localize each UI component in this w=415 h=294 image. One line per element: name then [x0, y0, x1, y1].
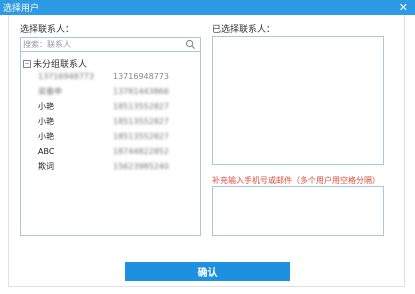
contact-phone: 18513552827: [113, 102, 169, 111]
search-icon[interactable]: [185, 39, 196, 50]
left-panel-label: 选择联系人：: [20, 25, 75, 35]
contact-row[interactable]: 小艳 18513552827: [38, 129, 198, 144]
contact-name: 13716948773: [38, 72, 94, 81]
contact-name: 小艳: [38, 117, 54, 126]
close-icon[interactable]: ✕: [399, 0, 408, 15]
contact-phone: 15623985240: [113, 162, 169, 171]
confirm-button[interactable]: 确认: [125, 262, 290, 281]
contact-phone: 13716948773: [113, 72, 169, 81]
right-panel-label: 已选择联系人：: [212, 25, 276, 35]
contact-row[interactable]: 小艳 18513552827: [38, 99, 198, 114]
contact-name: 梁番申: [38, 87, 62, 96]
contact-row[interactable]: ABC 18744822852: [38, 144, 198, 159]
contact-name: 欺词: [38, 162, 54, 171]
contact-phone: 13781443866: [113, 87, 169, 96]
contact-name: 小艳: [38, 102, 54, 111]
contact-row[interactable]: 梁番申 13781443866: [38, 84, 198, 99]
contact-search-input[interactable]: [21, 38, 183, 51]
contact-phone: 18744822852: [113, 147, 169, 156]
contact-row[interactable]: 小艳 18513552827: [38, 114, 198, 129]
title-bar: 选择用户 ✕: [0, 0, 415, 15]
contact-row[interactable]: 欺词 15623985240: [38, 159, 198, 174]
contact-tree: − 未分组联系人 13716948773 13716948773 梁番申 137…: [20, 52, 201, 236]
contact-phone: 18513552827: [113, 132, 169, 141]
supplement-input-field[interactable]: [212, 186, 384, 236]
contact-row[interactable]: 13716948773 13716948773: [38, 69, 198, 84]
contact-phone: 18513552827: [113, 117, 169, 126]
contact-name: ABC: [38, 147, 55, 156]
window-title: 选择用户: [3, 4, 40, 14]
supplement-input-hint: 补充输入手机号或邮件（多个用户用空格分隔）: [212, 176, 380, 185]
contact-name: 小艳: [38, 132, 54, 141]
contact-search-box: [20, 37, 201, 52]
collapse-icon[interactable]: −: [23, 59, 31, 68]
selected-contacts-list[interactable]: [212, 36, 384, 165]
